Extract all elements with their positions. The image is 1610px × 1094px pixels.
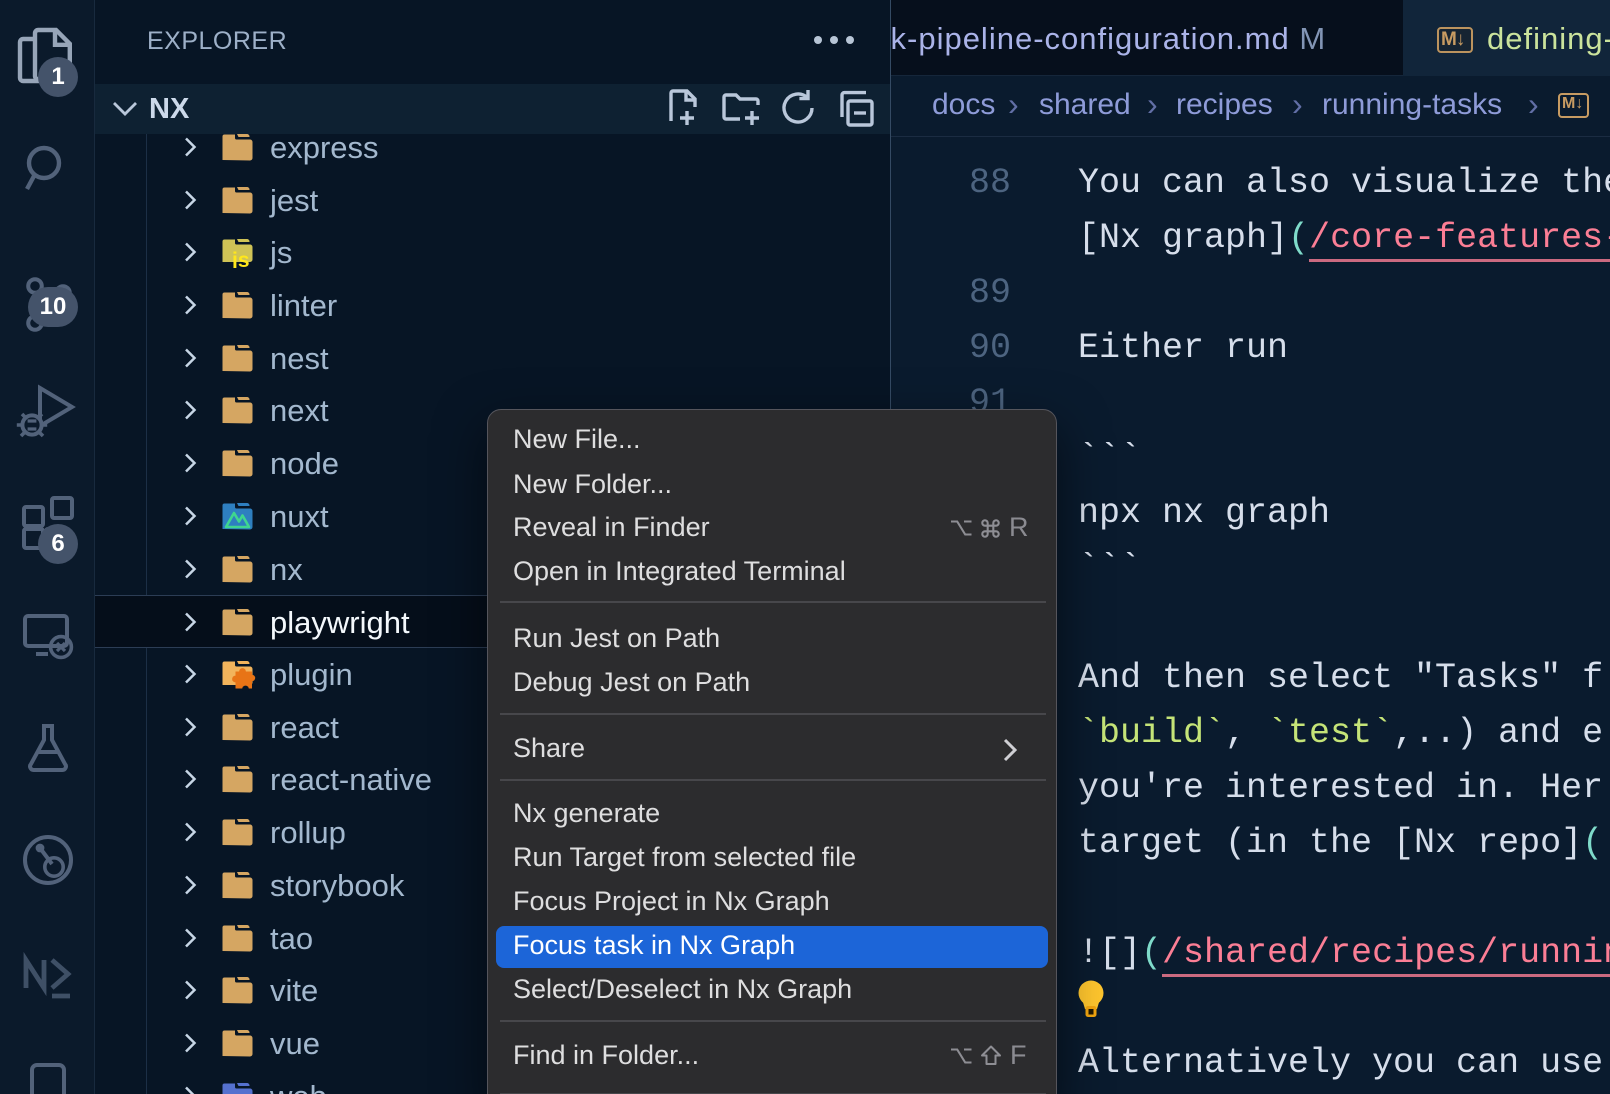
svg-text:js: js bbox=[231, 249, 250, 268]
